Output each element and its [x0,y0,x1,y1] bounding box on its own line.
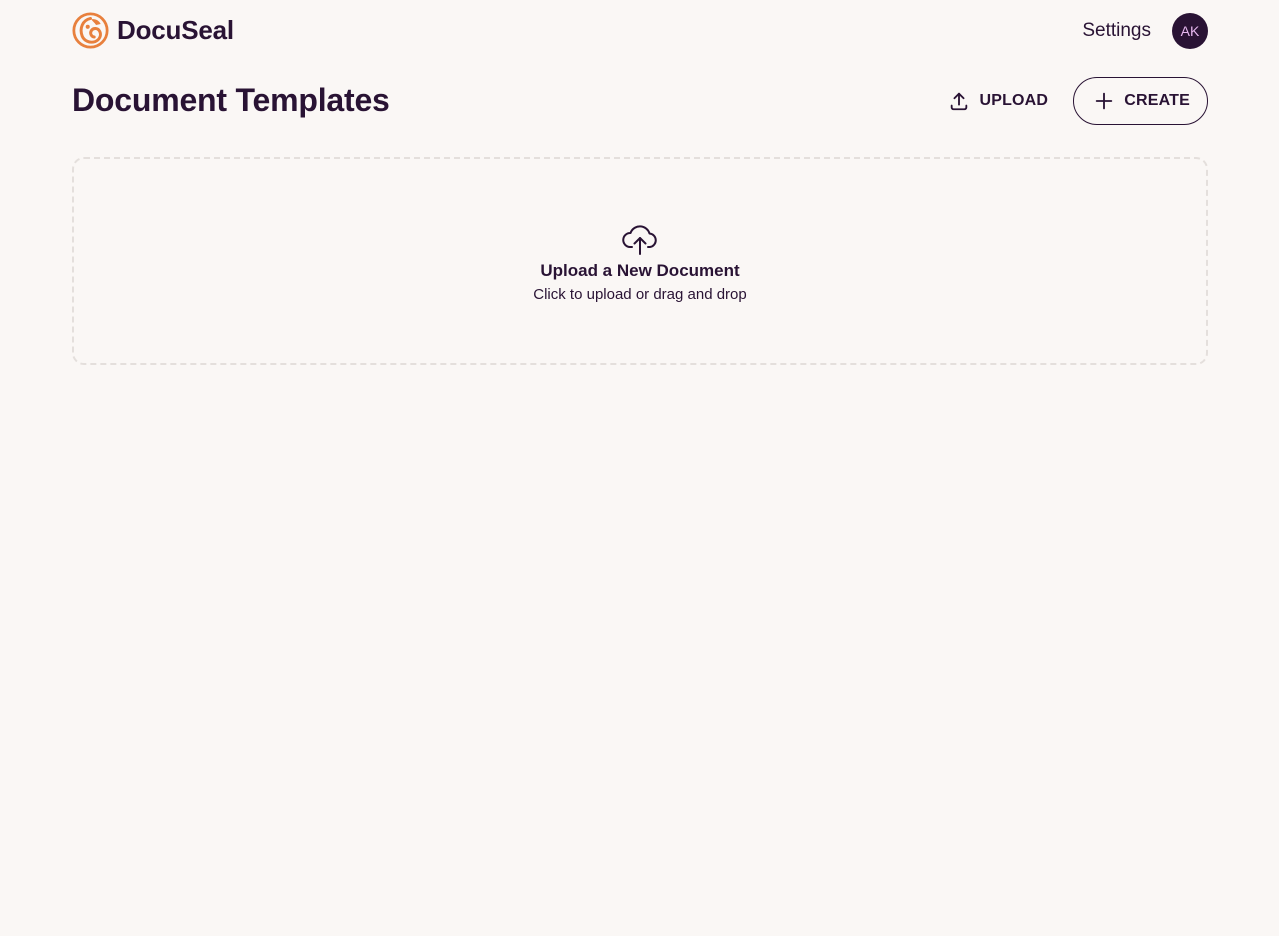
top-nav-actions: Settings AK [1082,13,1208,49]
upload-dropzone[interactable]: Upload a New Document Click to upload or… [72,157,1208,365]
app-container: DocuSeal Settings AK Document Templates … [72,0,1208,365]
create-button[interactable]: CREATE [1073,77,1208,125]
create-button-label: CREATE [1124,92,1190,109]
brand-home-link[interactable]: DocuSeal [72,12,234,49]
page-header: Document Templates UPLOAD CREATE [72,62,1208,156]
page-title: Document Templates [72,82,390,118]
dropzone-title: Upload a New Document [540,261,740,280]
top-navbar: DocuSeal Settings AK [72,0,1208,62]
settings-link[interactable]: Settings [1082,13,1151,49]
cloud-upload-icon [622,225,657,255]
dropzone-subtitle: Click to upload or drag and drop [533,286,747,303]
upload-icon [951,92,968,111]
upload-button-label: UPLOAD [979,92,1049,109]
brand-name: DocuSeal [117,15,234,45]
user-avatar[interactable]: AK [1172,13,1208,49]
docuseal-logo-icon [72,12,109,49]
upload-button[interactable]: UPLOAD [948,77,1064,125]
plus-icon [1095,92,1113,110]
page-actions: UPLOAD CREATE [948,77,1208,125]
